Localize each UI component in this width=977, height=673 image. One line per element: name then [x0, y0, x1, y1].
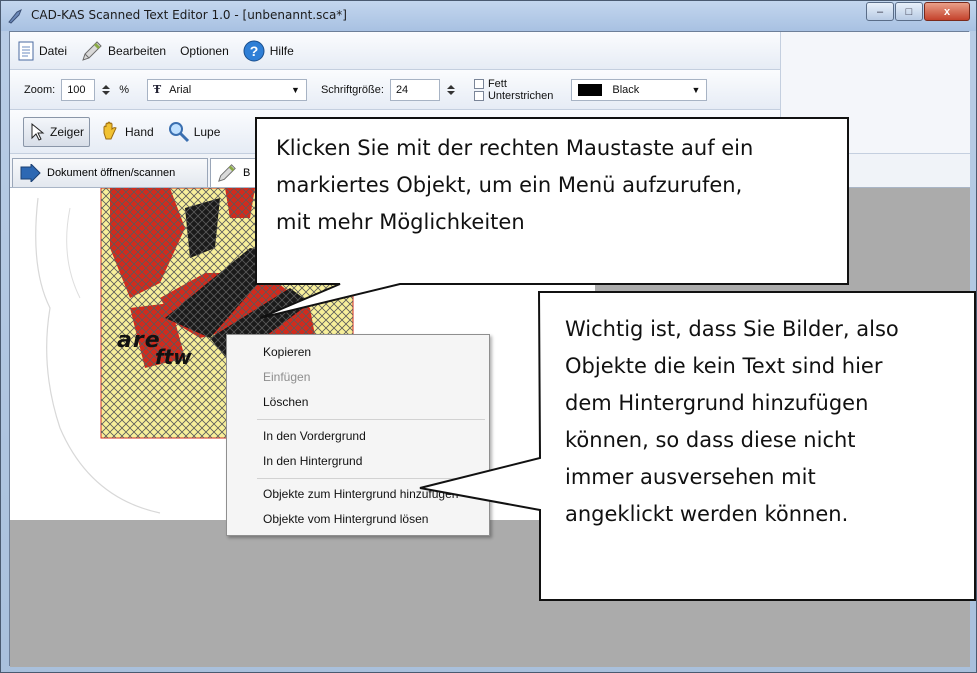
magnifier-tool-label: Lupe — [193, 124, 221, 139]
edit-pen-icon — [82, 40, 102, 61]
color-swatch — [578, 83, 603, 96]
ctx-delete[interactable]: Löschen — [263, 395, 308, 409]
spinner-arrows-icon — [102, 84, 111, 95]
font-name: Arial — [169, 83, 192, 96]
callout-right-text: Wichtig ist, dass Sie Bilder, also Objek… — [565, 311, 899, 533]
callout-right-line: dem Hintergrund hinzufügen — [565, 391, 869, 415]
document-icon — [18, 41, 34, 60]
callout-top-text: Klicken Sie mit der rechten Maustaste au… — [276, 130, 753, 241]
zoom-spinner[interactable] — [97, 81, 115, 99]
truetype-icon: Ŧ — [152, 83, 162, 96]
magnifier-tool-button[interactable]: Lupe — [163, 117, 226, 147]
zoom-value: 100 — [67, 83, 86, 96]
menu-datei[interactable]: Datei — [18, 41, 67, 61]
ctx-divider — [257, 478, 485, 479]
pointer-icon — [31, 122, 45, 141]
font-select[interactable]: Ŧ Arial ▼ — [146, 78, 307, 101]
zoom-label: Zoom: — [24, 83, 56, 96]
tab-edit-label: B — [243, 167, 251, 179]
zoom-input[interactable]: 100 — [61, 78, 96, 101]
tab-open-scan-label: Dokument öffnen/scannen — [47, 167, 176, 179]
maximize-button[interactable]: □ — [895, 2, 923, 21]
font-size-label: Schriftgröße: — [320, 83, 384, 96]
hand-icon — [103, 121, 117, 139]
chevron-down-icon: ▼ — [691, 84, 701, 95]
right-panel — [780, 32, 970, 154]
underline-checkbox-box[interactable] — [473, 90, 484, 101]
menu-hilfe-label: Hilfe — [269, 43, 294, 58]
menu-datei-label: Datei — [39, 43, 68, 58]
underline-checkbox[interactable]: Unterstrichen — [473, 89, 554, 102]
color-select[interactable]: Black ▼ — [571, 78, 708, 101]
bold-checkbox[interactable]: Fett — [473, 77, 553, 90]
font-size-spinner[interactable] — [442, 81, 460, 99]
edit-pen-icon — [218, 164, 236, 182]
pointer-tool-label: Zeiger — [50, 124, 85, 139]
font-size-value: 24 — [395, 83, 409, 96]
close-icon: x — [943, 5, 951, 18]
underline-label: Unterstrichen — [487, 89, 554, 102]
hand-tool-label: Hand — [125, 124, 154, 139]
callout-right-line: Objekte die kein Text sind hier — [565, 354, 883, 378]
minimize-button[interactable]: – — [866, 2, 894, 21]
app-logo-icon — [8, 8, 22, 24]
callout-right-line: angeklickt werden können. — [565, 502, 849, 526]
color-name: Black — [612, 83, 640, 96]
format-toolbar: Zoom: 100 % Ŧ Arial ▼ Schriftgröße: 24 F… — [10, 70, 780, 110]
callout-top-line: Klicken Sie mit der rechten Maustaste au… — [276, 136, 754, 160]
pointer-tool-button[interactable]: Zeiger — [23, 116, 91, 147]
menu-bearbeiten-label: Bearbeiten — [108, 43, 167, 58]
menu-optionen-label: Optionen — [180, 43, 229, 58]
menu-optionen[interactable]: Optionen — [180, 44, 229, 58]
scanned-caption[interactable]: are — [117, 328, 161, 353]
ctx-copy[interactable]: Kopieren — [263, 345, 311, 359]
menu-bar: Datei Bearbeiten Optionen ? Hilfe — [10, 32, 780, 70]
chevron-down-icon: ▼ — [291, 84, 300, 95]
hand-tool-button[interactable]: Hand — [94, 117, 159, 147]
menu-bearbeiten[interactable]: Bearbeiten — [81, 40, 166, 62]
help-icon: ? — [243, 40, 265, 61]
window-title: CAD-KAS Scanned Text Editor 1.0 - [unben… — [31, 8, 347, 22]
zoom-unit: % — [119, 83, 129, 96]
spinner-arrows-icon — [446, 84, 455, 95]
ctx-send-back[interactable]: In den Hintergrund — [263, 454, 362, 468]
maximize-icon: □ — [905, 5, 913, 18]
menu-hilfe[interactable]: ? Hilfe — [243, 40, 294, 62]
title-bar[interactable]: CAD-KAS Scanned Text Editor 1.0 - [unben… — [1, 1, 976, 31]
ctx-paste[interactable]: Einfügen — [263, 370, 310, 384]
ctx-add-to-background[interactable]: Objekte zum Hintergrund hinzufügen — [263, 487, 458, 501]
magnifier-icon — [168, 121, 189, 142]
ctx-bring-front[interactable]: In den Vordergrund — [263, 429, 366, 443]
tab-open-scan[interactable]: Dokument öffnen/scannen — [12, 158, 208, 187]
bold-label: Fett — [487, 77, 507, 90]
close-button[interactable]: x — [924, 2, 970, 21]
callout-top-line: markiertes Objekt, um ein Menü aufzurufe… — [276, 173, 743, 197]
callout-right-line: können, so dass diese nicht — [565, 428, 856, 452]
svg-text:?: ? — [249, 43, 258, 59]
tab-edit[interactable]: B — [210, 158, 270, 187]
ctx-divider — [257, 419, 485, 420]
ctx-remove-from-background[interactable]: Objekte vom Hintergrund lösen — [263, 512, 428, 526]
context-menu: Kopieren Einfügen Löschen In den Vorderg… — [226, 334, 490, 536]
minimize-icon: – — [876, 5, 884, 18]
font-size-input[interactable]: 24 — [389, 78, 440, 101]
callout-right-line: Wichtig ist, dass Sie Bilder, also — [565, 317, 899, 341]
callout-top-line: mit mehr Möglichkeiten — [276, 210, 525, 234]
arrow-right-icon — [20, 164, 41, 182]
bold-checkbox-box[interactable] — [473, 78, 484, 89]
callout-right-line: immer ausversehen mit — [565, 465, 816, 489]
